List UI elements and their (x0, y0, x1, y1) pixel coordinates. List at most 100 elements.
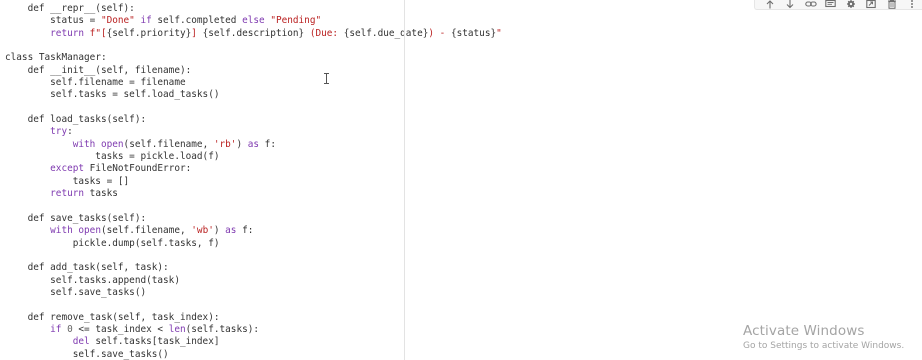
code-token: FileNotFoundError: (84, 163, 192, 175)
export-button[interactable] (861, 0, 881, 10)
code-line: with open(self.filename, 'rb') as f: (5, 139, 502, 151)
code-token: ) - (428, 27, 451, 39)
code-line: ​ (5, 102, 502, 114)
code-line: status = "Done" if self.completed else "… (5, 15, 502, 27)
text-cursor-icon (324, 73, 329, 84)
code-line: self.save_tasks() (5, 287, 502, 299)
code-token: return (50, 188, 85, 200)
code-token: def add_task(self, task): (5, 262, 169, 274)
code-token: 'wb' (191, 225, 214, 237)
code-token: as (225, 225, 237, 237)
settings-button[interactable] (841, 0, 861, 10)
trash-icon (887, 0, 896, 9)
code-token: self.tasks[task_index] (89, 336, 220, 348)
code-token: {self.priority} (106, 27, 192, 39)
code-token: self.tasks.append(task) (5, 274, 180, 286)
delete-button[interactable] (882, 0, 902, 10)
code-token: with (50, 225, 73, 237)
code-token: f"[ (84, 27, 107, 39)
code-token: {self.due_date} (343, 27, 429, 39)
code-line: ​ (5, 40, 502, 52)
link-button[interactable] (801, 0, 821, 10)
notebook-page: def __repr__(self): status = "Done" if s… (0, 0, 922, 360)
code-token: class (5, 52, 34, 64)
code-token: ) (213, 225, 226, 237)
code-line: def remove_task(self, task_index): (5, 312, 502, 324)
code-token: except (50, 163, 85, 175)
code-token: open (100, 138, 124, 150)
code-line: del self.tasks[task_index] (5, 336, 502, 348)
code-line: def __init__(self, filename): (5, 65, 502, 77)
code-token: len (168, 323, 186, 335)
code-token: try (50, 126, 68, 138)
code-token: {self.description} (202, 27, 305, 39)
code-token: f: (236, 225, 254, 237)
code-token: def __repr__(self): (5, 3, 135, 14)
move-up-button[interactable] (760, 0, 780, 10)
line-length-ruler (404, 0, 405, 360)
watermark-subtitle: Go to Settings to activate Windows. (743, 341, 905, 351)
code-token: del (72, 336, 90, 348)
code-token: if (50, 323, 62, 335)
code-token: def __init__(self, filename): (5, 64, 192, 76)
code-line: pickle.dump(self.tasks, f) (5, 238, 502, 250)
code-token: (Due: (304, 27, 344, 39)
move-down-button[interactable] (780, 0, 800, 10)
code-line: ​ (5, 299, 502, 311)
code-line: def save_tasks(self): (5, 213, 502, 225)
code-token: "Done" (100, 15, 135, 27)
code-token: : (67, 126, 73, 138)
code-token: if (134, 15, 158, 27)
code-token: tasks = pickle.load(f) (5, 151, 220, 163)
code-token: ] (191, 27, 203, 39)
gear-icon (847, 0, 856, 8)
code-line: self.filename = filename (5, 77, 502, 89)
code-token: else (242, 15, 265, 27)
code-line: with open(self.filename, 'wb') as f: (5, 225, 502, 237)
code-token: pickle.dump(self.tasks, f) (5, 237, 220, 249)
code-line: def add_task(self, task): (5, 262, 502, 274)
code-token: " (496, 27, 502, 39)
code-token: self.save_tasks() (5, 286, 147, 298)
code-line: except FileNotFoundError: (5, 163, 502, 175)
code-line: return tasks (5, 188, 502, 200)
more-button[interactable] (902, 0, 922, 10)
code-token: self.filename = filename (5, 77, 186, 89)
export-icon (866, 0, 877, 9)
comment-button[interactable] (821, 0, 841, 10)
code-token: def remove_task(self, task_index): (5, 311, 220, 323)
code-token: with (72, 138, 96, 150)
code-line: self.tasks.append(task) (5, 275, 502, 287)
code-token: <= task_index < (72, 323, 169, 335)
code-token: def save_tasks(self): (5, 212, 147, 224)
code-token: tasks (84, 188, 118, 200)
code-line: def __repr__(self): (5, 3, 502, 15)
code-token: status = (5, 15, 101, 27)
code-line: ​ (5, 201, 502, 213)
code-token: f: (259, 138, 276, 150)
code-line: class TaskManager: (5, 52, 502, 64)
code-token: def load_tasks(self): (5, 114, 147, 126)
more-vertical-icon (910, 0, 913, 8)
code-line: return f"[{self.priority}] {self.descrip… (5, 28, 502, 40)
code-token: 'rb' (213, 138, 237, 150)
comment-icon (825, 0, 837, 8)
code-token: ) (236, 138, 248, 150)
code-line: tasks = [] (5, 176, 502, 188)
code-token: self.save_tasks() (5, 348, 169, 360)
code-token: return (50, 27, 85, 39)
code-cell[interactable]: def __repr__(self): status = "Done" if s… (0, 0, 922, 360)
watermark-title: Activate Windows (743, 323, 865, 339)
code-token: self.completed (157, 15, 243, 27)
cell-toolbar (754, 0, 922, 10)
code-token: open (78, 225, 101, 237)
code-editor[interactable]: def __repr__(self): status = "Done" if s… (5, 3, 502, 360)
link-icon (804, 1, 817, 7)
